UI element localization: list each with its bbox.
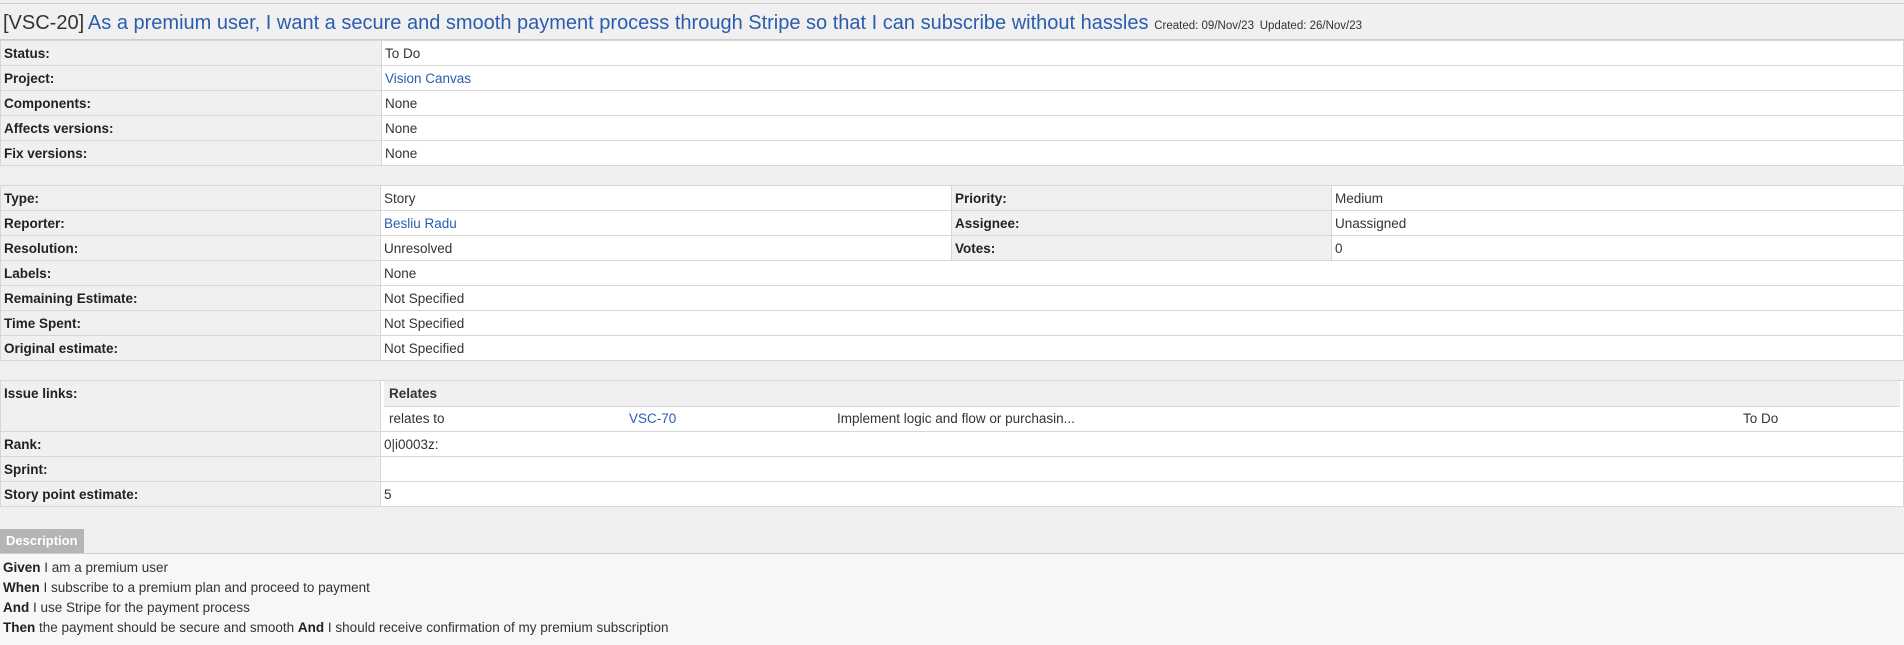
issue-links-label: Issue links:: [0, 380, 381, 432]
affects-versions-row: Affects versions: None: [0, 115, 1904, 141]
details-table-links: Issue links: Relates relates to VSC-70 I…: [0, 380, 1904, 507]
keyword: Given: [3, 560, 41, 575]
rank-row: Rank: 0|i0003z:: [0, 431, 1904, 457]
components-row: Components: None: [0, 90, 1904, 116]
fix-versions-row: Fix versions: None: [0, 140, 1904, 166]
issue-link-row: relates to VSC-70 Implement logic and fl…: [384, 407, 1900, 431]
votes-label: Votes:: [951, 235, 1332, 261]
type-row: Type: Story Priority: Medium: [0, 185, 1904, 211]
time-spent-label: Time Spent:: [0, 310, 381, 336]
resolution-label: Resolution:: [0, 235, 381, 261]
keyword: And: [3, 600, 30, 615]
issue-summary-link[interactable]: As a premium user, I want a secure and s…: [88, 12, 1149, 34]
status-value: To Do: [381, 40, 1904, 66]
description-text: I should receive confirmation of my prem…: [324, 620, 669, 635]
type-value: Story: [380, 185, 952, 211]
created-date: Created: 09/Nov/23: [1154, 20, 1254, 32]
description-tab: Description: [0, 529, 84, 553]
status-row: Status: To Do: [0, 40, 1904, 66]
story-points-value: 5: [380, 481, 1904, 507]
linked-issue-key-link[interactable]: VSC-70: [629, 407, 837, 431]
priority-label: Priority:: [951, 185, 1332, 211]
resolution-row: Resolution: Unresolved Votes: 0: [0, 235, 1904, 261]
details-table-people: Type: Story Priority: Medium Reporter: B…: [0, 185, 1904, 361]
link-relation: relates to: [389, 411, 445, 426]
status-label: Status:: [0, 40, 382, 66]
story-points-label: Story point estimate:: [0, 481, 381, 507]
time-spent-value: Not Specified: [380, 310, 1904, 336]
fix-versions-label: Fix versions:: [0, 140, 382, 166]
assignee-label: Assignee:: [951, 210, 1332, 236]
description-text: the payment should be secure and smooth: [35, 620, 298, 635]
description-line: And I use Stripe for the payment process: [3, 598, 1901, 618]
type-label: Type:: [0, 185, 381, 211]
sprint-row: Sprint:: [0, 456, 1904, 482]
reporter-label: Reporter:: [0, 210, 381, 236]
labels-row: Labels: None: [0, 260, 1904, 286]
description-line: When I subscribe to a premium plan and p…: [3, 578, 1901, 598]
description-body: Given I am a premium user When I subscri…: [0, 553, 1904, 645]
reporter-link[interactable]: Besliu Radu: [384, 216, 457, 231]
remaining-estimate-value: Not Specified: [380, 285, 1904, 311]
resolution-value: Unresolved: [380, 235, 952, 261]
original-estimate-label: Original estimate:: [0, 335, 381, 361]
description-line: Then the payment should be secure and sm…: [3, 618, 1901, 638]
original-estimate-value: Not Specified: [380, 335, 1904, 361]
link-group-title: Relates: [384, 381, 1900, 407]
description-text: I am a premium user: [40, 560, 169, 575]
assignee-value: Unassigned: [1331, 210, 1904, 236]
original-estimate-row: Original estimate: Not Specified: [0, 335, 1904, 361]
details-table-general: Status: To Do Project: Vision Canvas Com…: [0, 40, 1904, 166]
sprint-label: Sprint:: [0, 456, 381, 482]
components-label: Components:: [0, 90, 382, 116]
issue-links-value: Relates relates to VSC-70 Implement logi…: [380, 380, 1904, 432]
sprint-value: [380, 456, 1904, 482]
linked-issue-summary: Implement logic and flow or purchasin...: [837, 411, 1075, 426]
fix-versions-value: None: [381, 140, 1904, 166]
keyword: Then: [3, 620, 36, 635]
description-text: I use Stripe for the payment process: [29, 600, 250, 615]
remaining-estimate-label: Remaining Estimate:: [0, 285, 381, 311]
linked-issue-status: To Do: [1743, 411, 1779, 426]
project-label: Project:: [0, 65, 382, 91]
rank-label: Rank:: [0, 431, 381, 457]
remaining-estimate-row: Remaining Estimate: Not Specified: [0, 285, 1904, 311]
story-points-row: Story point estimate: 5: [0, 481, 1904, 507]
rank-value: 0|i0003z:: [380, 431, 1904, 457]
issue-links-row: Issue links: Relates relates to VSC-70 I…: [0, 380, 1904, 432]
labels-value: None: [380, 260, 1904, 286]
description-line: Given I am a premium user: [3, 558, 1901, 578]
issue-header: [VSC-20] As a premium user, I want a sec…: [0, 3, 1904, 40]
affects-versions-label: Affects versions:: [0, 115, 382, 141]
project-row: Project: Vision Canvas: [0, 65, 1904, 91]
project-link[interactable]: Vision Canvas: [385, 71, 471, 86]
affects-versions-value: None: [381, 115, 1904, 141]
time-spent-row: Time Spent: Not Specified: [0, 310, 1904, 336]
description-text: I subscribe to a premium plan and procee…: [39, 580, 370, 595]
reporter-row: Reporter: Besliu Radu Assignee: Unassign…: [0, 210, 1904, 236]
keyword: And: [297, 620, 325, 635]
issue-key: [VSC-20]: [3, 12, 85, 34]
updated-date: Updated: 26/Nov/23: [1259, 20, 1363, 32]
components-value: None: [381, 90, 1904, 116]
labels-label: Labels:: [0, 260, 381, 286]
issue-view: [VSC-20] As a premium user, I want a sec…: [0, 3, 1904, 645]
priority-value: Medium: [1331, 185, 1904, 211]
votes-value: 0: [1331, 235, 1904, 261]
keyword: When: [3, 580, 40, 595]
